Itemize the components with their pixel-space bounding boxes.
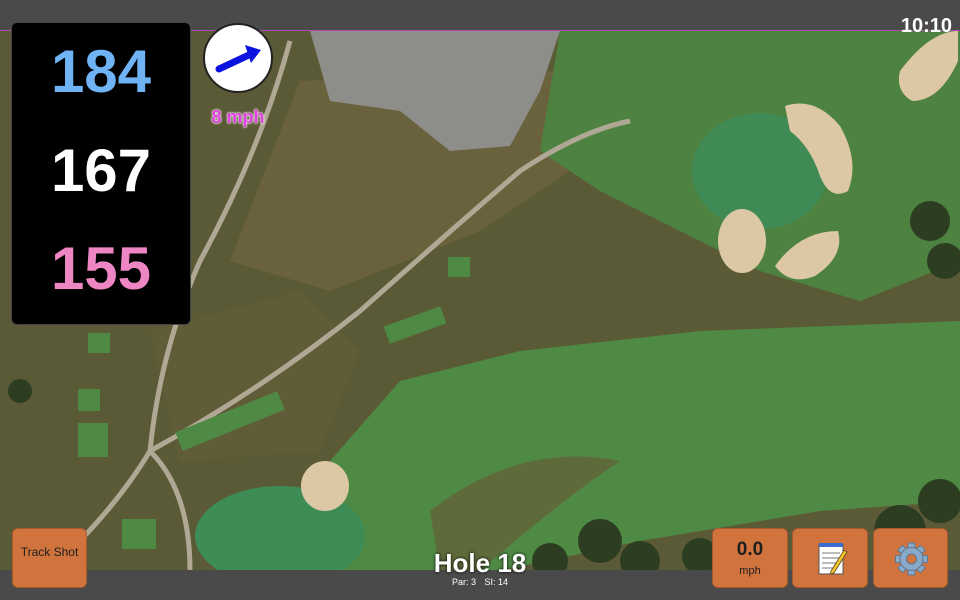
- speed-value: 0.0: [736, 539, 764, 560]
- tee-box: [78, 389, 100, 411]
- speed-button[interactable]: 0.0 mph: [712, 528, 788, 588]
- speed-unit: mph: [739, 565, 761, 577]
- hole-info: Par: 3 SI: 14: [380, 577, 580, 587]
- middle-distance: 167: [50, 137, 152, 204]
- wind-speed: 8 mph: [211, 107, 265, 127]
- tee-box: [122, 519, 156, 549]
- track-shot-button[interactable]: Track Shot: [12, 528, 87, 588]
- clock: 10:10: [900, 15, 952, 37]
- wind-arrow-icon: [215, 45, 261, 73]
- par-label: Par: 3: [451, 577, 476, 587]
- bunker: [718, 209, 766, 273]
- settings-button[interactable]: [873, 528, 948, 588]
- distance-panel: 184 167 155: [11, 22, 191, 325]
- notepad-icon: [818, 543, 848, 575]
- tee-box: [88, 333, 110, 353]
- notes-button[interactable]: [792, 528, 868, 588]
- bunker: [301, 461, 349, 511]
- tee-box: [448, 257, 470, 277]
- front-distance: 155: [50, 235, 152, 302]
- tee-box: [78, 423, 108, 457]
- wind-indicator: [203, 23, 273, 93]
- hole-title: Hole 18: [433, 548, 527, 578]
- stroke-index-label: SI: 14: [484, 577, 509, 587]
- back-distance: 184: [50, 38, 152, 105]
- gear-icon: [895, 542, 928, 576]
